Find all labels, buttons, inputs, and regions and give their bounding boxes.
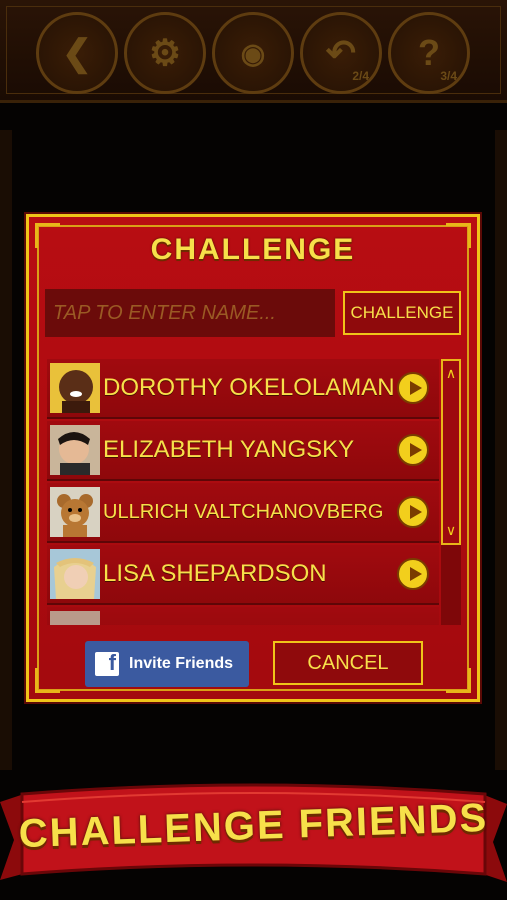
left-frame-edge [0, 130, 12, 770]
top-toolbar: ❮ ⚙ ◉ ↶ 2/4 ? 3/4 [0, 0, 507, 103]
settings-button[interactable]: ⚙ [124, 12, 206, 94]
avatar [50, 611, 100, 625]
replay-video-button[interactable]: ◉ [212, 12, 294, 94]
invite-friends-button[interactable]: f Invite Friends [85, 641, 249, 687]
friend-row-partial[interactable] [47, 607, 439, 625]
teddy-bear-avatar [50, 487, 100, 537]
person-avatar [50, 425, 100, 475]
right-frame-edge [495, 130, 507, 770]
back-arrow-icon: ❮ [61, 32, 93, 73]
undo-button[interactable]: ↶ 2/4 [300, 12, 382, 94]
friend-list: DOROTHY OKELOLAMAN ELIZABETH YANGSKY ULL… [47, 359, 439, 625]
challenge-dialog: CHALLENGE CHALLENGE DOROTHY OKELOLAMAN E… [26, 214, 480, 702]
corner-ornament [446, 668, 471, 693]
gear-icon: ⚙ [148, 32, 182, 73]
corner-ornament [35, 668, 60, 693]
hint-count: 3/4 [440, 69, 457, 83]
friend-name: DOROTHY OKELOLAMAN [103, 374, 395, 401]
chevron-up-icon[interactable]: ∧ [443, 365, 459, 382]
friend-name: LISA SHEPARDSON [103, 560, 327, 587]
friend-row[interactable]: ULLRICH VALTCHANOVBERG [47, 483, 439, 543]
play-icon[interactable] [397, 496, 429, 528]
challenge-button[interactable]: CHALLENGE [343, 291, 461, 335]
play-icon[interactable] [397, 558, 429, 590]
facebook-icon: f [95, 650, 119, 676]
friend-row[interactable]: ELIZABETH YANGSKY [47, 421, 439, 481]
friend-row[interactable]: DOROTHY OKELOLAMAN [47, 359, 439, 419]
blonde-avatar [50, 549, 100, 599]
friend-name: ULLRICH VALTCHANOVBERG [103, 501, 384, 523]
scrollbar-thumb[interactable]: ∧ ∨ [441, 359, 461, 545]
question-mark-icon: ? [418, 32, 440, 73]
play-icon[interactable] [397, 372, 429, 404]
chevron-down-icon[interactable]: ∨ [443, 522, 459, 539]
undo-arrow-icon: ↶ [325, 32, 357, 73]
woman-avatar [50, 363, 100, 413]
undo-count: 2/4 [352, 69, 369, 83]
cancel-button[interactable]: CANCEL [273, 641, 423, 685]
scrollbar-track[interactable] [441, 545, 461, 625]
dialog-title: CHALLENGE [150, 233, 356, 266]
friend-row[interactable]: LISA SHEPARDSON [47, 545, 439, 605]
friend-name-input[interactable] [45, 289, 335, 337]
hint-button[interactable]: ? 3/4 [388, 12, 470, 94]
challenge-friends-banner: CHALLENGE FRIENDS [0, 780, 507, 890]
play-icon[interactable] [397, 434, 429, 466]
friend-name: ELIZABETH YANGSKY [103, 436, 355, 463]
back-button[interactable]: ❮ [36, 12, 118, 94]
invite-friends-label: Invite Friends [129, 655, 234, 672]
video-camera-icon: ◉ [240, 37, 266, 69]
